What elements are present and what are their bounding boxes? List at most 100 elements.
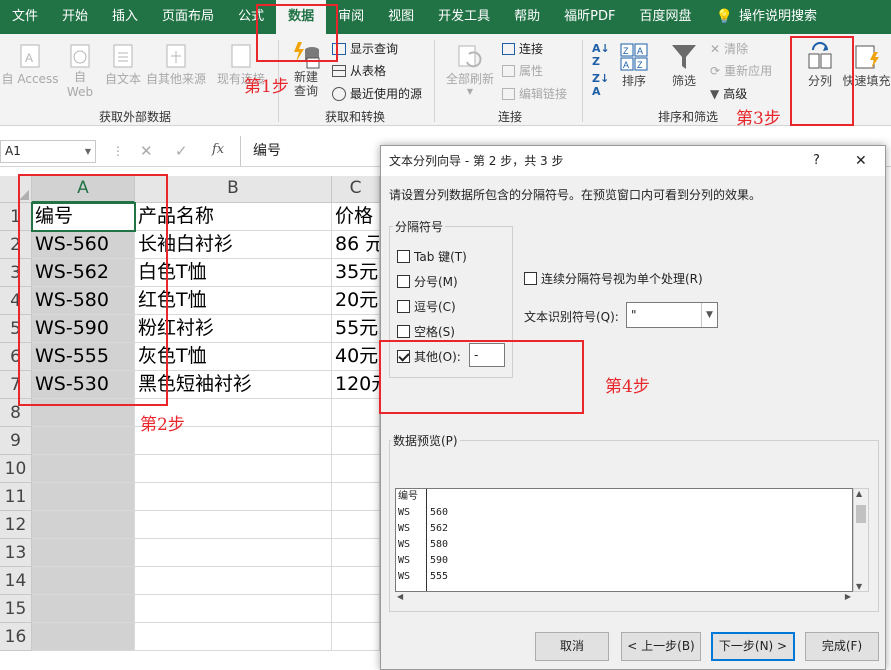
cell-c1[interactable]: 价格: [332, 203, 380, 231]
from-text-button[interactable]: 自文本: [102, 42, 144, 87]
cell-a12[interactable]: [32, 511, 135, 539]
cell-b4[interactable]: 红色T恤: [135, 287, 332, 315]
row-header[interactable]: 16: [0, 623, 32, 651]
connections-button[interactable]: 连接: [502, 40, 543, 57]
preview-vertical-scrollbar[interactable]: ▲ ▼: [853, 488, 869, 592]
row-header[interactable]: 4: [0, 287, 32, 315]
data-preview-pane[interactable]: 编号 WS 560 WS 562 WS 580 WS 590 WS 555: [395, 488, 853, 592]
text-to-columns-button[interactable]: 分列: [800, 42, 840, 89]
delimiter-other-option[interactable]: 其他(O):: [397, 348, 461, 365]
cell-a5[interactable]: WS-590: [32, 315, 135, 343]
row-header[interactable]: 15: [0, 595, 32, 623]
close-button[interactable]: ✕: [855, 146, 867, 176]
cell-b6[interactable]: 灰色T恤: [135, 343, 332, 371]
cell-b15[interactable]: [135, 595, 332, 623]
cell-a15[interactable]: [32, 595, 135, 623]
cell-a6[interactable]: WS-555: [32, 343, 135, 371]
cell-b14[interactable]: [135, 567, 332, 595]
row-header[interactable]: 8: [0, 399, 32, 427]
delimiter-comma-option[interactable]: 逗号(C): [397, 298, 456, 315]
cell-b3[interactable]: 白色T恤: [135, 259, 332, 287]
tab-file[interactable]: 文件: [0, 0, 50, 34]
row-header[interactable]: 9: [0, 427, 32, 455]
select-all-corner[interactable]: [0, 176, 32, 203]
sort-button[interactable]: ZAAZ 排序: [616, 42, 652, 89]
row-header[interactable]: 2: [0, 231, 32, 259]
cell-b1[interactable]: 产品名称: [135, 203, 332, 231]
consecutive-delimiters-option[interactable]: 连续分隔符号视为单个处理(R): [524, 270, 703, 287]
cell-c12[interactable]: [332, 511, 380, 539]
delimiter-semicolon-option[interactable]: 分号(M): [397, 273, 458, 290]
filter-button[interactable]: 筛选: [666, 42, 702, 89]
cancel-entry-icon[interactable]: ✕: [140, 142, 153, 160]
from-web-button[interactable]: 自 Web: [62, 42, 98, 100]
cell-c4[interactable]: 20元: [332, 287, 380, 315]
cell-c15[interactable]: [332, 595, 380, 623]
cell-b11[interactable]: [135, 483, 332, 511]
row-header[interactable]: 6: [0, 343, 32, 371]
cell-b5[interactable]: 粉红衬衫: [135, 315, 332, 343]
next-button[interactable]: 下一步(N) >: [711, 632, 795, 661]
cell-c16[interactable]: [332, 623, 380, 651]
space-checkbox[interactable]: [397, 325, 410, 338]
cell-c9[interactable]: [332, 427, 380, 455]
sort-za-button[interactable]: Z↓ A: [592, 72, 610, 98]
tab-foxit-pdf[interactable]: 福昕PDF: [552, 0, 627, 34]
cell-b2[interactable]: 长袖白衬衫: [135, 231, 332, 259]
other-delimiter-input[interactable]: -: [469, 343, 505, 367]
show-queries-button[interactable]: 显示查询: [332, 40, 398, 57]
tab-insert[interactable]: 插入: [100, 0, 150, 34]
row-header[interactable]: 5: [0, 315, 32, 343]
cell-a8[interactable]: [32, 399, 135, 427]
finish-button[interactable]: 完成(F): [805, 632, 879, 661]
cell-a1[interactable]: 编号: [32, 203, 135, 231]
recent-sources-button[interactable]: 最近使用的源: [332, 85, 422, 102]
help-button[interactable]: ?: [813, 146, 820, 176]
cell-c8[interactable]: [332, 399, 380, 427]
tab-help[interactable]: 帮助: [502, 0, 552, 34]
from-table-button[interactable]: 从表格: [332, 62, 386, 79]
tab-view[interactable]: 视图: [376, 0, 426, 34]
chevron-right-icon[interactable]: ▶: [845, 592, 851, 601]
column-header-b[interactable]: B: [135, 176, 332, 203]
cell-a10[interactable]: [32, 455, 135, 483]
delimiter-space-option[interactable]: 空格(S): [397, 323, 455, 340]
insert-function-icon[interactable]: fx: [212, 142, 224, 157]
scrollbar-thumb[interactable]: [856, 505, 866, 523]
other-checkbox[interactable]: [397, 350, 410, 363]
row-header[interactable]: 10: [0, 455, 32, 483]
row-header[interactable]: 11: [0, 483, 32, 511]
row-header[interactable]: 12: [0, 511, 32, 539]
cell-c11[interactable]: [332, 483, 380, 511]
sort-az-button[interactable]: A↓ Z: [592, 42, 610, 68]
cell-b12[interactable]: [135, 511, 332, 539]
tell-me-search[interactable]: 💡 操作说明搜索: [704, 0, 829, 34]
flash-fill-button[interactable]: 快速填充: [842, 42, 891, 89]
cell-c2[interactable]: 86 元: [332, 231, 380, 259]
semicolon-checkbox[interactable]: [397, 275, 410, 288]
reapply-button[interactable]: ⟳ 重新应用: [710, 62, 772, 79]
advanced-filter-button[interactable]: ▼ 高级: [710, 85, 747, 102]
properties-button[interactable]: 属性: [502, 62, 543, 79]
tab-developer[interactable]: 开发工具: [426, 0, 502, 34]
row-header[interactable]: 7: [0, 371, 32, 399]
cell-b7[interactable]: 黑色短袖衬衫: [135, 371, 332, 399]
cell-c5[interactable]: 55元: [332, 315, 380, 343]
row-header[interactable]: 14: [0, 567, 32, 595]
cell-a7[interactable]: WS-530: [32, 371, 135, 399]
from-access-button[interactable]: A 自 Access: [2, 42, 58, 87]
row-header[interactable]: 13: [0, 539, 32, 567]
tab-baidu-netdisk[interactable]: 百度网盘: [627, 0, 703, 34]
tab-data[interactable]: 数据: [276, 0, 327, 34]
cell-a3[interactable]: WS-562: [32, 259, 135, 287]
from-other-sources-button[interactable]: 自其他来源: [146, 42, 206, 87]
tab-home[interactable]: 开始: [50, 0, 100, 34]
delimiter-tab-option[interactable]: Tab 键(T): [397, 248, 467, 265]
cancel-button[interactable]: 取消: [535, 632, 609, 661]
cell-a13[interactable]: [32, 539, 135, 567]
column-header-c[interactable]: C: [332, 176, 380, 203]
tab-page-layout[interactable]: 页面布局: [150, 0, 226, 34]
text-qualifier-select[interactable]: " ▼: [626, 302, 718, 328]
cell-c10[interactable]: [332, 455, 380, 483]
cell-b10[interactable]: [135, 455, 332, 483]
